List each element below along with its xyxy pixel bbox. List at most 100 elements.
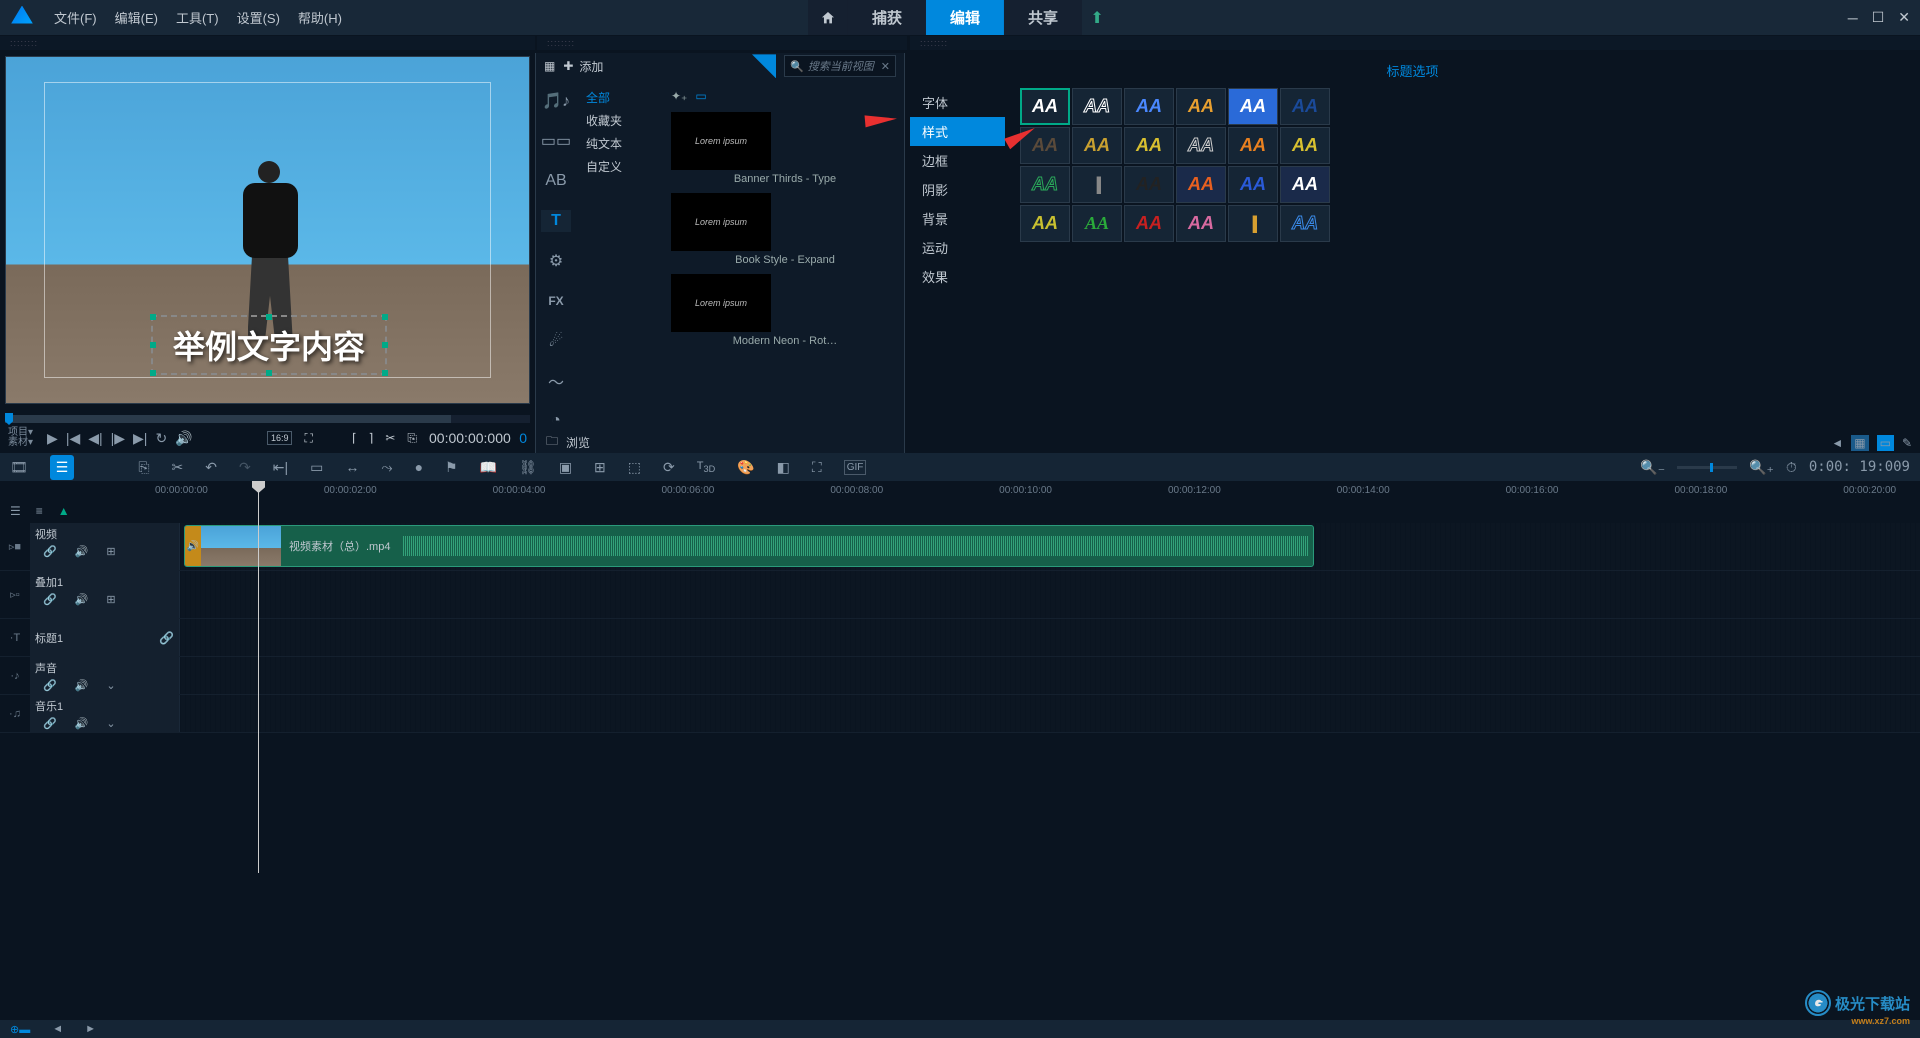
style-preset-cell[interactable]: AA xyxy=(1176,127,1226,164)
tracker-tab-icon[interactable]: ◔ xyxy=(541,410,571,432)
resize-handle[interactable] xyxy=(266,314,272,320)
panel-handle-options[interactable]: :::::::: xyxy=(910,36,1920,50)
opt-tab-motion[interactable]: 运动 xyxy=(910,233,1005,262)
copy-icon[interactable]: ⎘ xyxy=(138,459,149,476)
resize-handle[interactable] xyxy=(150,342,156,348)
close-button[interactable]: ✕ xyxy=(1898,9,1910,26)
group-icon[interactable]: ▣ xyxy=(559,459,572,476)
loop-button[interactable]: ↻ xyxy=(155,430,167,447)
compact-view-icon[interactable]: ▦ xyxy=(1851,435,1868,451)
timeline-ruler[interactable]: 00:00:00:00 00:00:02:00 00:00:04:00 00:0… xyxy=(0,481,1920,499)
track-list-icon[interactable]: ☰ xyxy=(10,504,21,518)
category-plain-text[interactable]: 纯文本 xyxy=(576,132,666,155)
track-lock-icon[interactable]: ⊞ xyxy=(106,593,115,606)
track-link-icon[interactable]: 🔗 xyxy=(43,717,57,730)
go-end-button[interactable]: ▶| xyxy=(133,430,147,447)
preset-item[interactable]: Lorem ipsum Book Style - Expand xyxy=(671,193,899,266)
pan-zoom-icon[interactable]: ⛶ xyxy=(812,459,822,476)
track-body[interactable] xyxy=(180,695,1920,732)
menu-file[interactable]: 文件(F) xyxy=(54,8,97,27)
track-body[interactable] xyxy=(180,571,1920,618)
rotate-icon[interactable]: ⟳ xyxy=(663,459,675,476)
add-favorite-icon[interactable]: ✦₊ xyxy=(671,89,687,103)
menu-tool[interactable]: 工具(T) xyxy=(176,8,219,27)
resize-handle[interactable] xyxy=(266,370,272,376)
tab-capture[interactable]: 捕获 xyxy=(848,0,926,35)
style-preset-cell[interactable]: AA xyxy=(1124,127,1174,164)
style-preset-cell[interactable]: || xyxy=(1228,205,1278,242)
mark-in-button[interactable]: ⌈ xyxy=(352,431,357,445)
expand-preview-button[interactable]: ⛶ xyxy=(304,431,312,446)
mark-out-button[interactable]: ⌉ xyxy=(369,431,374,445)
stretch-icon[interactable]: ↔ xyxy=(345,459,359,475)
menu-setting[interactable]: 设置(S) xyxy=(237,8,280,27)
category-all[interactable]: 全部 xyxy=(576,86,666,109)
track-link-icon[interactable]: 🔗 xyxy=(43,545,57,558)
upload-icon[interactable]: ⬆ xyxy=(1082,0,1112,35)
opt-tab-style[interactable]: 样式 xyxy=(910,117,1005,146)
split-button[interactable]: ✂ xyxy=(385,431,395,445)
title-tab-icon[interactable]: T xyxy=(541,210,571,232)
style-preset-cell[interactable]: AA xyxy=(1072,205,1122,242)
3d-title-icon[interactable]: T3D xyxy=(697,460,715,474)
style-preset-cell[interactable]: AA xyxy=(1124,205,1174,242)
ungroup-icon[interactable]: ⊞ xyxy=(594,459,606,476)
resize-handle[interactable] xyxy=(382,342,388,348)
minimize-button[interactable]: ─ xyxy=(1848,10,1858,26)
menu-help[interactable]: 帮助(H) xyxy=(298,8,342,27)
panel-handle-preview[interactable]: :::::::: xyxy=(0,36,535,50)
crop-icon[interactable]: ▭ xyxy=(310,459,323,476)
add-media-button[interactable]: ✚ 添加 xyxy=(563,58,603,75)
fx-tab-icon[interactable]: FX xyxy=(541,290,571,312)
track-motion-icon[interactable]: ⬚ xyxy=(628,459,641,476)
title-text-box[interactable]: 举例文字内容 xyxy=(151,315,387,375)
track-body[interactable]: 🔊 视频素材（总）.mp4 xyxy=(180,523,1920,570)
track-expand-icon[interactable]: ⌄ xyxy=(106,679,115,692)
style-preset-cell[interactable]: AA xyxy=(1072,127,1122,164)
style-preset-cell[interactable]: || xyxy=(1072,166,1122,203)
style-preset-cell[interactable]: AA xyxy=(1228,88,1278,125)
style-preset-cell[interactable]: AA xyxy=(1124,166,1174,203)
maximize-button[interactable]: ☐ xyxy=(1872,9,1885,26)
search-input[interactable]: 🔍 搜索当前视图 ✕ xyxy=(784,55,896,77)
track-link-icon[interactable]: 🔗 xyxy=(43,593,57,606)
color-icon[interactable]: 🎨 xyxy=(737,459,754,476)
style-preset-cell[interactable]: AA xyxy=(1020,166,1070,203)
style-preset-cell[interactable]: AA xyxy=(1228,127,1278,164)
record-icon[interactable]: ● xyxy=(415,459,423,475)
preset-item[interactable]: Lorem ipsum Modern Neon - Rot… xyxy=(671,274,899,347)
track-link-icon[interactable]: 🔗 xyxy=(43,679,57,692)
prev-frame-button[interactable]: ◀| xyxy=(88,430,102,447)
style-preset-cell[interactable]: AA xyxy=(1072,88,1122,125)
style-preset-cell[interactable]: AA xyxy=(1280,127,1330,164)
tab-home[interactable] xyxy=(808,0,848,35)
marker-icon[interactable]: ⚑ xyxy=(445,459,458,476)
preview-scrubber[interactable] xyxy=(5,415,530,423)
tab-edit[interactable]: 编辑 xyxy=(926,0,1004,35)
style-preset-cell[interactable]: AA xyxy=(1020,88,1070,125)
preset-item[interactable]: Lorem ipsum Banner Thirds - Type xyxy=(671,112,899,185)
track-body[interactable] xyxy=(180,657,1920,694)
track-lock-icon[interactable]: ⊞ xyxy=(106,545,115,558)
redo-icon[interactable]: ↷ xyxy=(239,459,251,476)
opt-tab-background[interactable]: 背景 xyxy=(910,204,1005,233)
playhead[interactable] xyxy=(258,481,259,873)
cut-icon[interactable]: ✂ xyxy=(172,459,184,476)
panel-handle-library[interactable]: :::::::: xyxy=(537,36,907,50)
style-preset-cell[interactable]: AA xyxy=(1280,205,1330,242)
resize-handle[interactable] xyxy=(150,370,156,376)
material-mode-label[interactable]: 素材▾ xyxy=(8,438,33,448)
style-preset-cell[interactable]: AA xyxy=(1124,88,1174,125)
menu-edit[interactable]: 编辑(E) xyxy=(115,8,158,27)
media-tab-icon[interactable]: 🎵♪ xyxy=(541,90,571,112)
edit-style-icon[interactable]: ✎ xyxy=(1902,436,1912,450)
overlay-tab-icon[interactable]: ⚙ xyxy=(541,250,571,272)
link-icon[interactable]: ⛓ xyxy=(519,459,537,476)
track-mute-icon[interactable]: 🔊 xyxy=(75,717,89,730)
fit-timeline-icon[interactable]: ⏱ xyxy=(1786,459,1797,476)
category-custom[interactable]: 自定义 xyxy=(576,155,666,178)
template-tab-icon[interactable]: ▭▭ xyxy=(541,130,571,152)
opt-tab-shadow[interactable]: 阴影 xyxy=(910,175,1005,204)
audio-tab-icon[interactable]: ☄ xyxy=(541,330,571,352)
prev-page-icon[interactable]: ◄ xyxy=(1831,436,1843,450)
